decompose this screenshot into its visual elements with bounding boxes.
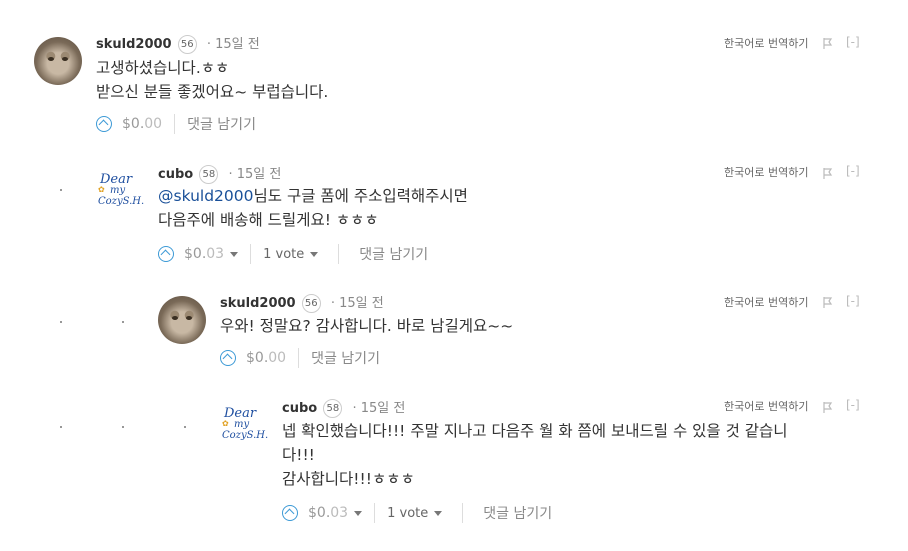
- vote-count[interactable]: 1 vote: [263, 247, 304, 262]
- comment-line: 우와! 정말요? 감사합니다. 바로 남길게요~~: [220, 317, 514, 335]
- thread-depth-dot: [60, 189, 62, 191]
- dear-my-cozy-logo-icon: Dear ✿ my CozyS.H.: [222, 406, 268, 441]
- reply-link[interactable]: 댓글 남기기: [483, 503, 552, 523]
- thread-depth-dot: [60, 426, 62, 428]
- comment-body: 우와! 정말요? 감사합니다. 바로 남길게요~~: [220, 314, 513, 338]
- comment-header: skuld2000 56 · 15일 전: [96, 33, 260, 54]
- collapse-toggle[interactable]: [-]: [846, 164, 860, 178]
- comment-footer: $0.03 1 vote 댓글 남기기: [158, 244, 428, 264]
- svg-text:✿: ✿: [98, 185, 105, 194]
- svg-text:CozyS.H.: CozyS.H.: [98, 196, 144, 207]
- translate-link[interactable]: 한국어로 번역하기: [724, 164, 808, 180]
- comment-line: 다!!!: [282, 446, 315, 464]
- collapse-toggle[interactable]: [-]: [846, 35, 860, 49]
- user-mention[interactable]: @skuld2000: [158, 187, 254, 205]
- flag-icon[interactable]: [822, 296, 834, 308]
- thread-depth-dot: [184, 426, 186, 428]
- thread-depth-dot: [122, 321, 124, 323]
- comment-line: @skuld2000님도 구글 폼에 주소입력해주시면: [158, 187, 468, 205]
- comment-body: 고생하셨습니다.ㅎㅎ 받으신 분들 좋겠어요~ 부럽습니다.: [96, 56, 328, 104]
- reputation-badge: 58: [199, 165, 219, 184]
- comment-body: @skuld2000님도 구글 폼에 주소입력해주시면 다음주에 배송해 드릴게…: [158, 184, 468, 232]
- reply-link[interactable]: 댓글 남기기: [359, 244, 428, 264]
- svg-text:my: my: [234, 419, 249, 430]
- comment-body: 넵 확인했습니다!!! 주말 지나고 다음주 월 화 쯤에 보내드릴 수 있을 …: [282, 419, 788, 491]
- comment-header: cubo 58 · 15일 전: [158, 163, 281, 184]
- translate-link[interactable]: 한국어로 번역하기: [724, 35, 808, 51]
- comment-header: cubo 58 · 15일 전: [282, 397, 405, 418]
- reputation-badge: 56: [177, 35, 197, 54]
- svg-text:my: my: [110, 185, 125, 196]
- svg-text:CozyS.H.: CozyS.H.: [222, 430, 268, 441]
- voters-dropdown-icon[interactable]: [434, 510, 443, 516]
- payout-amount[interactable]: $0.03: [184, 246, 224, 262]
- thread-depth-dot: [122, 426, 124, 428]
- timestamp[interactable]: · 15일 전: [207, 37, 260, 52]
- collapse-toggle[interactable]: [-]: [846, 294, 860, 308]
- comment-line: 넵 확인했습니다!!! 주말 지나고 다음주 월 화 쯤에 보내드릴 수 있을 …: [282, 422, 788, 440]
- comment-footer: $0.00 댓글 남기기: [220, 348, 380, 368]
- payout-dropdown-icon[interactable]: [230, 251, 239, 257]
- timestamp[interactable]: · 15일 전: [228, 167, 281, 182]
- flag-icon[interactable]: [822, 37, 834, 49]
- comment-line: 고생하셨습니다.ㅎㅎ: [96, 59, 230, 77]
- reply-link[interactable]: 댓글 남기기: [311, 348, 380, 368]
- avatar[interactable]: [34, 37, 82, 85]
- timestamp[interactable]: · 15일 전: [352, 401, 405, 416]
- flag-icon[interactable]: [822, 401, 834, 413]
- divider: [374, 503, 376, 523]
- reputation-badge: 56: [301, 294, 321, 313]
- upvote-icon[interactable]: [158, 246, 174, 262]
- reputation-badge: 58: [323, 399, 343, 418]
- comment-line: 받으신 분들 좋겠어요~ 부럽습니다.: [96, 83, 329, 101]
- payout-amount[interactable]: $0.03: [308, 505, 348, 521]
- comment-line: 다음주에 배송해 드릴게요! ㅎㅎㅎ: [158, 211, 379, 229]
- avatar[interactable]: Dear ✿ my CozyS.H.: [96, 166, 144, 214]
- translate-link[interactable]: 한국어로 번역하기: [724, 398, 808, 414]
- comment-header: skuld2000 56 · 15일 전: [220, 292, 384, 313]
- divider: [462, 503, 464, 523]
- payout-amount: $0.00: [246, 350, 287, 366]
- divider: [250, 244, 252, 264]
- author-name[interactable]: skuld2000: [220, 296, 296, 311]
- svg-text:✿: ✿: [222, 419, 229, 428]
- comment-line: 감사합니다!!!ㅎㅎㅎ: [282, 470, 415, 488]
- upvote-icon[interactable]: [220, 350, 236, 366]
- payout-dropdown-icon[interactable]: [354, 510, 363, 516]
- reply-link[interactable]: 댓글 남기기: [187, 114, 256, 134]
- divider: [338, 244, 340, 264]
- dear-my-cozy-logo-icon: Dear ✿ my CozyS.H.: [98, 172, 144, 207]
- comment-footer: $0.00 댓글 남기기: [96, 114, 256, 134]
- author-name[interactable]: cubo: [158, 167, 193, 182]
- upvote-icon[interactable]: [282, 505, 298, 521]
- translate-link[interactable]: 한국어로 번역하기: [724, 294, 808, 310]
- collapse-toggle[interactable]: [-]: [846, 398, 860, 412]
- voters-dropdown-icon[interactable]: [310, 251, 319, 257]
- avatar[interactable]: Dear ✿ my CozyS.H.: [220, 400, 268, 448]
- divider: [174, 114, 176, 134]
- timestamp[interactable]: · 15일 전: [331, 296, 384, 311]
- author-name[interactable]: skuld2000: [96, 37, 172, 52]
- flag-icon[interactable]: [822, 167, 834, 179]
- divider: [298, 348, 300, 368]
- upvote-icon[interactable]: [96, 116, 112, 132]
- comment-footer: $0.03 1 vote 댓글 남기기: [282, 503, 552, 523]
- avatar[interactable]: [158, 296, 206, 344]
- author-name[interactable]: cubo: [282, 401, 317, 416]
- payout-amount: $0.00: [122, 116, 163, 132]
- thread-depth-dot: [60, 321, 62, 323]
- vote-count[interactable]: 1 vote: [387, 506, 428, 521]
